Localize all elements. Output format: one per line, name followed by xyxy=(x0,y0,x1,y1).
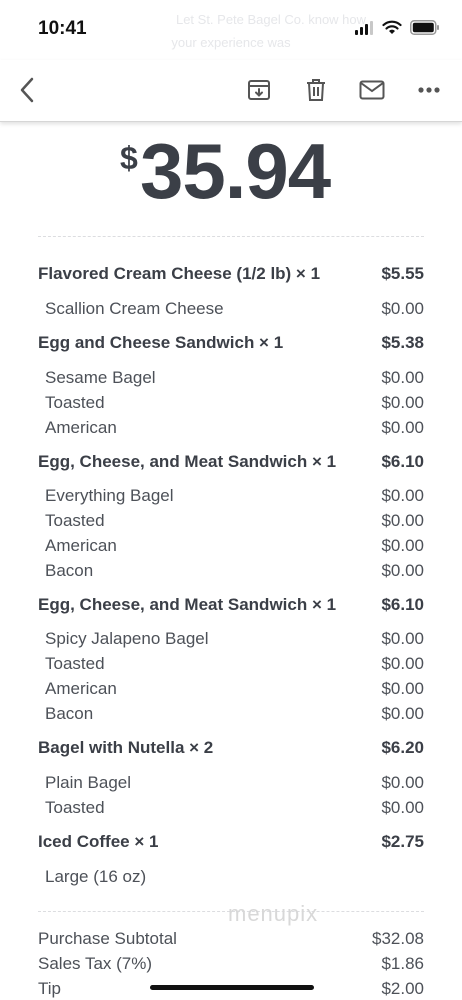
summary-row: Purchase Subtotal $32.08 xyxy=(38,929,424,949)
modifier-price: $0.00 xyxy=(381,299,424,318)
modifier-name: Bacon xyxy=(45,704,94,723)
modifier-price: $0.00 xyxy=(381,511,424,530)
modifier-price: $0.00 xyxy=(381,418,424,437)
summary-label: Sales Tax (7%) xyxy=(38,954,153,973)
line-item-price: $6.10 xyxy=(381,452,424,471)
line-item-price: $5.55 xyxy=(381,264,424,283)
modifier-row: Toasted $0.00 xyxy=(38,654,424,674)
modifier-price: $0.00 xyxy=(381,798,424,817)
line-item-price: $2.75 xyxy=(381,832,424,851)
line-item: Egg, Cheese, and Meat Sandwich × 1 $6.10 xyxy=(38,452,424,472)
modifier-name: American xyxy=(45,679,117,698)
modifier-price: $0.00 xyxy=(381,773,424,792)
modifier-name: Scallion Cream Cheese xyxy=(45,299,224,318)
modifier-row: American $0.00 xyxy=(38,679,424,699)
modifier-row: Toasted $0.00 xyxy=(38,511,424,531)
modifier-name: American xyxy=(45,418,117,437)
modifier-price: $0.00 xyxy=(381,679,424,698)
archive-button[interactable] xyxy=(244,75,274,105)
modifier-name: Everything Bagel xyxy=(45,486,174,505)
summary-row: Sales Tax (7%) $1.86 xyxy=(38,954,424,974)
mail-icon xyxy=(359,80,385,100)
watermark: menupix xyxy=(228,901,319,926)
modifier-price: $0.00 xyxy=(381,368,424,387)
back-icon xyxy=(20,77,34,103)
modifier-row: Scallion Cream Cheese $0.00 xyxy=(38,299,424,319)
total-amount: 35.94 xyxy=(140,127,331,215)
status-bar: 10:41 Let St. Pete Bagel Co. know how yo… xyxy=(0,0,462,60)
modifier-name: Toasted xyxy=(45,511,105,530)
line-item-name: Egg, Cheese, and Meat Sandwich × 1 xyxy=(38,452,337,471)
summary-value: $32.08 xyxy=(372,929,424,948)
modifier-row: Bacon $0.00 xyxy=(38,561,424,581)
divider-top xyxy=(38,236,424,237)
modifier-name: Toasted xyxy=(45,393,105,412)
modifier-price: $0.00 xyxy=(381,704,424,723)
line-item-price: $6.10 xyxy=(381,595,424,614)
delete-button[interactable] xyxy=(301,75,331,105)
modifier-name: Large (16 oz) xyxy=(45,867,147,886)
line-item-name: Iced Coffee × 1 xyxy=(38,832,159,851)
modifier-price: $0.00 xyxy=(381,561,424,580)
modifier-price: $0.00 xyxy=(381,654,424,673)
line-item: Bagel with Nutella × 2 $6.20 xyxy=(38,738,424,758)
line-item: Egg, Cheese, and Meat Sandwich × 1 $6.10 xyxy=(38,595,424,615)
line-item-name: Egg and Cheese Sandwich × 1 xyxy=(38,333,284,352)
modifier-row: American $0.00 xyxy=(38,536,424,556)
modifier-name: Bacon xyxy=(45,561,94,580)
modifier-row: Spicy Jalapeno Bagel $0.00 xyxy=(38,629,424,649)
order-total: $ 35.94 xyxy=(0,122,462,234)
modifier-name: Toasted xyxy=(45,798,105,817)
total-currency: $ xyxy=(120,140,138,176)
battery-icon xyxy=(410,20,439,35)
back-button[interactable] xyxy=(12,75,42,105)
line-item: Iced Coffee × 1 $2.75 xyxy=(38,832,424,852)
line-item: Egg and Cheese Sandwich × 1 $5.38 xyxy=(38,333,424,353)
modifier-row: Toasted $0.00 xyxy=(38,393,424,413)
more-button[interactable] xyxy=(414,75,444,105)
summary-value: $1.86 xyxy=(381,954,424,973)
modifier-row: Large (16 oz) xyxy=(38,867,424,887)
modifier-row: Sesame Bagel $0.00 xyxy=(38,368,424,388)
more-icon xyxy=(418,87,440,93)
modifier-row: Bacon $0.00 xyxy=(38,704,424,724)
modifier-row: Everything Bagel $0.00 xyxy=(38,486,424,506)
modifier-name: American xyxy=(45,536,117,555)
line-item-name: Egg, Cheese, and Meat Sandwich × 1 xyxy=(38,595,337,614)
modifier-name: Toasted xyxy=(45,654,105,673)
toolbar xyxy=(0,60,462,122)
line-item: Flavored Cream Cheese (1/2 lb) × 1 $5.55 xyxy=(38,264,424,284)
modifier-name: Spicy Jalapeno Bagel xyxy=(45,629,209,648)
system-icons xyxy=(354,20,440,35)
cellular-signal-icon xyxy=(355,20,373,35)
summary-label: Purchase Subtotal xyxy=(38,929,177,948)
trash-icon xyxy=(307,79,325,101)
line-item-price: $5.38 xyxy=(381,333,424,352)
modifier-price: $0.00 xyxy=(381,393,424,412)
line-item-price: $6.20 xyxy=(381,738,424,757)
modifier-price: $0.00 xyxy=(381,486,424,505)
mail-button[interactable] xyxy=(357,75,387,105)
banner-ghost-line-2: your experience was xyxy=(171,35,291,50)
modifier-row: Toasted $0.00 xyxy=(38,798,424,818)
modifier-row: American $0.00 xyxy=(38,418,424,438)
home-indicator[interactable] xyxy=(150,985,314,990)
summary-label: Tip xyxy=(38,979,61,998)
wifi-icon xyxy=(382,20,402,34)
archive-icon xyxy=(248,80,270,100)
modifier-name: Plain Bagel xyxy=(45,773,132,792)
modifier-name: Sesame Bagel xyxy=(45,368,156,387)
line-item-name: Flavored Cream Cheese (1/2 lb) × 1 xyxy=(38,264,321,283)
summary-value: $2.00 xyxy=(381,979,424,998)
modifier-row: Plain Bagel $0.00 xyxy=(38,773,424,793)
line-item-name: Bagel with Nutella × 2 xyxy=(38,738,214,757)
modifier-price: $0.00 xyxy=(381,629,424,648)
modifier-price: $0.00 xyxy=(381,536,424,555)
